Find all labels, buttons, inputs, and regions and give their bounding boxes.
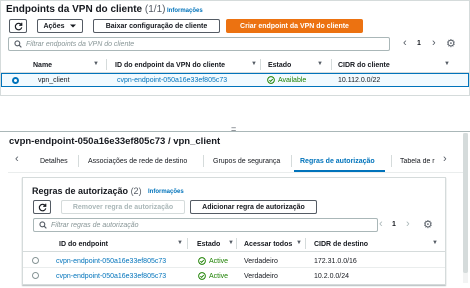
page-number[interactable]: 1 [417, 40, 421, 47]
prev-page-icon[interactable]: ‹ [379, 218, 383, 230]
info-link[interactable]: Informações [167, 8, 203, 14]
check-circle-icon [198, 272, 206, 280]
refresh-button[interactable] [9, 19, 27, 33]
refresh-icon [14, 22, 22, 30]
tab-scroll-right-icon[interactable]: › [443, 153, 447, 165]
tab-scroll-left-icon[interactable]: ‹ [15, 153, 19, 165]
page-title: Endpoints da VPN do cliente (1/1) [6, 4, 165, 15]
column-separator [187, 238, 188, 249]
row-endpoint-id-link[interactable]: cvpn-endpoint-050a16e33ef805c73 [56, 258, 166, 265]
scrollbar-thumb[interactable] [463, 133, 468, 273]
col-header-state[interactable]: Estado [268, 62, 291, 69]
page-number[interactable]: 1 [392, 221, 396, 228]
tab-separator [291, 155, 292, 167]
caret-down-icon [69, 24, 76, 28]
download-config-button[interactable]: Baixar configuração de cliente [93, 19, 220, 33]
column-separator [260, 59, 261, 70]
tabs-divider [8, 172, 463, 173]
prev-page-icon[interactable]: ‹ [403, 37, 407, 49]
tab-separator [391, 155, 392, 167]
next-page-icon[interactable]: › [432, 37, 436, 49]
search-placeholder: Filtrar endpoints da VPN do cliente [26, 40, 135, 48]
col-header-endpoint-id[interactable]: ID do endpoint [59, 241, 108, 248]
search-icon [39, 221, 47, 229]
detail-title: cvpn-endpoint-050a16e33ef805c73 / vpn_cl… [9, 136, 221, 147]
check-circle-icon [267, 76, 275, 84]
rules-info-link[interactable]: Informações [148, 189, 184, 195]
sort-icon[interactable]: ▼ [432, 240, 438, 246]
panel-divider [0, 131, 470, 132]
status-label: Available [278, 76, 307, 84]
status-label: Active [209, 272, 229, 280]
create-endpoint-button[interactable]: Criar endpoint da VPN do cliente [226, 19, 363, 33]
row-radio[interactable] [32, 257, 39, 264]
tab-separator [78, 155, 79, 167]
row-status: Active [198, 272, 228, 280]
column-separator [331, 59, 332, 70]
tab-authorization-rules[interactable]: Regras de autorização [300, 158, 375, 165]
col-header-endpoint-id[interactable]: ID do endpoint da VPN do cliente [115, 62, 225, 69]
row-client-cidr: 10.112.0.0/22 [338, 77, 381, 84]
row-radio[interactable] [32, 272, 39, 279]
refresh-icon [38, 203, 46, 211]
endpoints-title: Endpoints da VPN do cliente [6, 4, 143, 15]
col-header-access-all[interactable]: Acessar todos [244, 241, 292, 248]
row-endpoint-id-link[interactable]: cvpn-endpoint-050a16e33ef805c73 [56, 273, 166, 280]
status-label: Active [209, 257, 229, 265]
sort-icon[interactable]: ▼ [296, 240, 302, 246]
row-access-all: Verdadeiro [244, 273, 278, 280]
col-header-name[interactable]: Name [33, 62, 52, 69]
sort-icon[interactable]: ▼ [444, 61, 450, 67]
tab-details[interactable]: Detalhes [40, 158, 68, 165]
column-separator [305, 238, 306, 249]
row-access-all: Verdadeiro [244, 258, 278, 265]
tab-target-network-associations[interactable]: Associações de rede de destino [88, 158, 187, 165]
rules-refresh-button[interactable] [33, 200, 51, 214]
row-endpoint-id-link[interactable]: cvpn-endpoint-050a16e33ef805c73 [117, 77, 227, 84]
row-destination-cidr: 10.2.0.0/24 [314, 273, 350, 280]
actions-label: Ações [43, 22, 65, 30]
rules-count: (2) [130, 186, 142, 196]
column-separator [236, 238, 237, 249]
search-icon [14, 40, 22, 48]
endpoints-count: (1/1) [144, 4, 166, 15]
rules-title-text: Regras de autorização [32, 186, 129, 196]
tab-security-groups[interactable]: Grupos de segurança [213, 158, 280, 165]
actions-dropdown[interactable]: Ações [37, 19, 83, 33]
sort-icon[interactable]: ▼ [93, 61, 99, 67]
row-destination-cidr: 172.31.0.0/16 [314, 258, 357, 265]
row-radio[interactable] [12, 77, 19, 84]
col-header-destination-cidr[interactable]: CIDR de destino [314, 241, 368, 248]
resize-handle[interactable]: = [231, 124, 236, 134]
row-name: vpn_client [38, 77, 70, 84]
row-status: Available [267, 76, 306, 84]
settings-gear-icon[interactable]: ⚙ [446, 37, 456, 50]
next-page-icon[interactable]: › [406, 218, 410, 230]
col-header-state[interactable]: Estado [197, 241, 220, 248]
sort-icon[interactable]: ▼ [177, 240, 183, 246]
add-rule-button[interactable]: Adicionar regra de autorização [190, 200, 317, 214]
sort-icon[interactable]: ▼ [317, 61, 323, 67]
sort-icon[interactable]: ▼ [251, 61, 257, 67]
check-circle-icon [198, 257, 206, 265]
rules-search-input[interactable]: Filtrar regras de autorização [33, 218, 378, 232]
column-separator [106, 59, 107, 70]
remove-rule-button[interactable]: Remover regra de autorização [61, 200, 185, 214]
table-row[interactable] [1, 73, 469, 87]
search-placeholder: Filtrar regras de autorização [51, 221, 139, 229]
tab-separator [203, 155, 204, 167]
col-header-client-cidr[interactable]: CIDR do cliente [338, 62, 390, 69]
sort-icon[interactable]: ▼ [228, 240, 234, 246]
row-status: Active [198, 257, 228, 265]
endpoint-search-input[interactable]: Filtrar endpoints da VPN do cliente [8, 37, 390, 51]
rules-title: Regras de autorização (2) [32, 186, 142, 196]
tab-route-table[interactable]: Tabela de r [400, 158, 435, 165]
settings-gear-icon[interactable]: ⚙ [423, 218, 433, 231]
